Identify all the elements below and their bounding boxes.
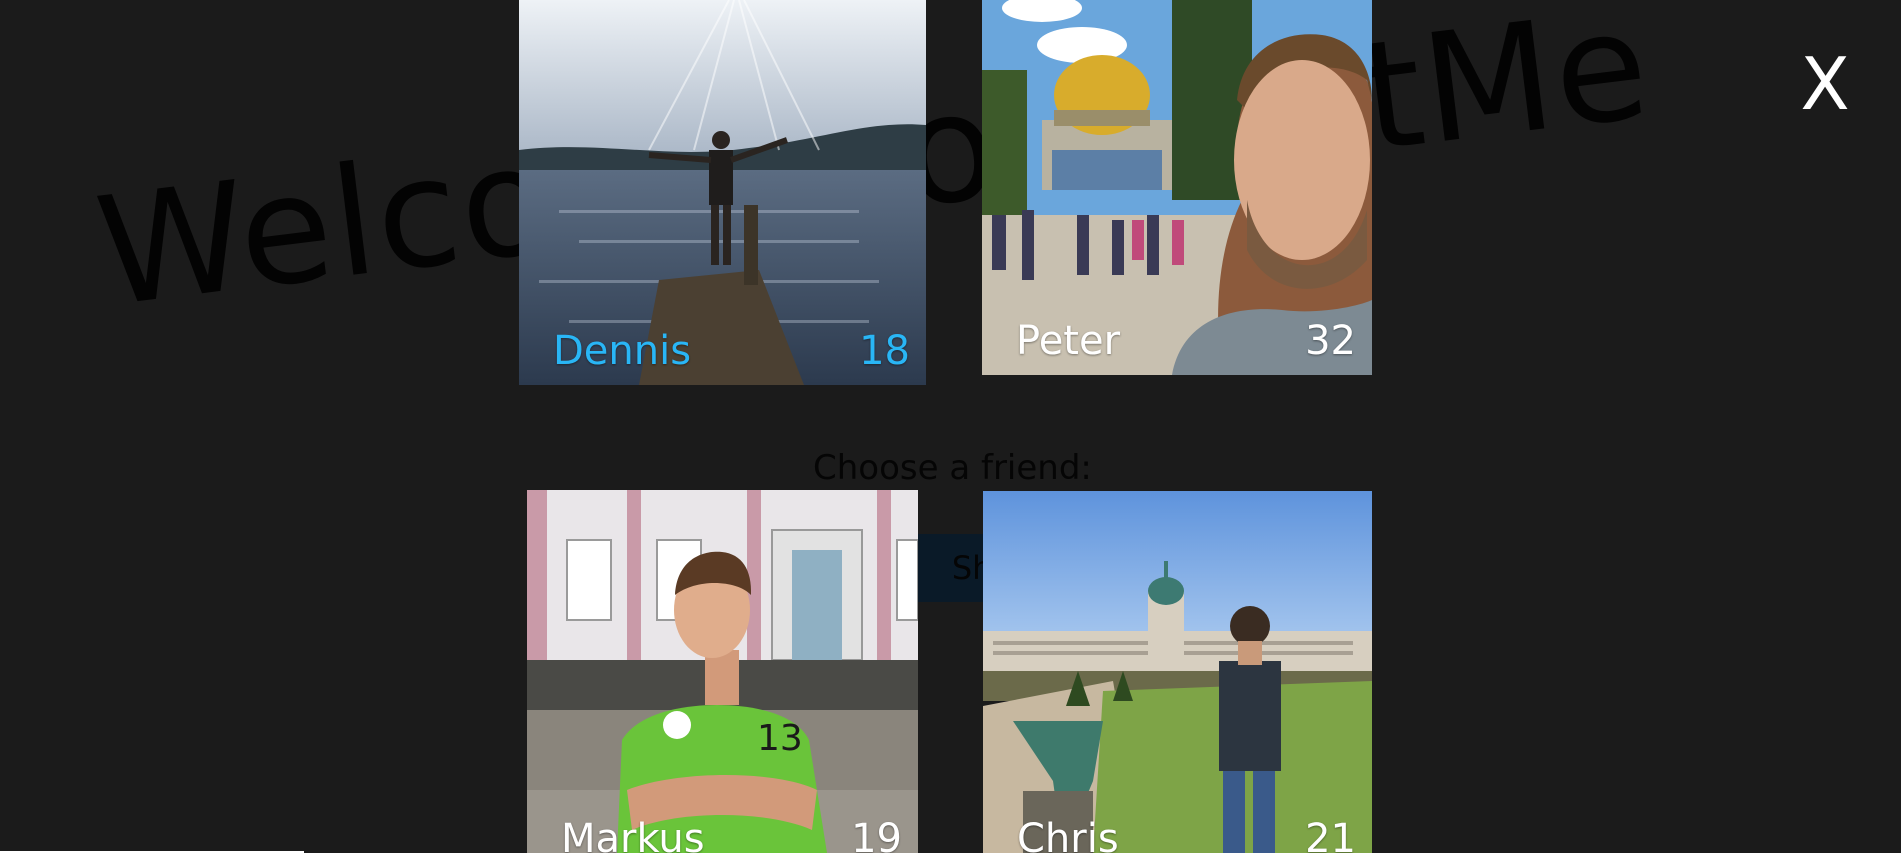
choose-friend-label: Choose a friend:: [813, 448, 1092, 488]
friend-name: Markus: [561, 816, 705, 853]
friend-card-peter[interactable]: Peter 32: [982, 0, 1372, 375]
friend-name: Dennis: [553, 328, 692, 374]
svg-text:13: 13: [757, 718, 803, 759]
friend-age: 19: [851, 816, 902, 853]
friend-card-dennis[interactable]: Dennis 18: [519, 0, 926, 385]
friend-picker-screen: Welcome to MeetMe Choose a friend: Show …: [0, 0, 1901, 853]
friend-card-markus[interactable]: 13 Markus 19: [527, 490, 918, 853]
friend-photo-chris: [983, 491, 1372, 853]
friend-name: Peter: [1016, 318, 1121, 364]
friend-age: 32: [1305, 318, 1356, 364]
friend-age: 18: [859, 328, 910, 374]
friend-name: Chris: [1017, 816, 1119, 853]
close-button[interactable]: X: [1790, 44, 1860, 124]
friend-photo-markus: 13: [527, 490, 918, 853]
friend-age: 21: [1305, 816, 1356, 853]
friend-card-chris[interactable]: Chris 21: [983, 491, 1372, 853]
